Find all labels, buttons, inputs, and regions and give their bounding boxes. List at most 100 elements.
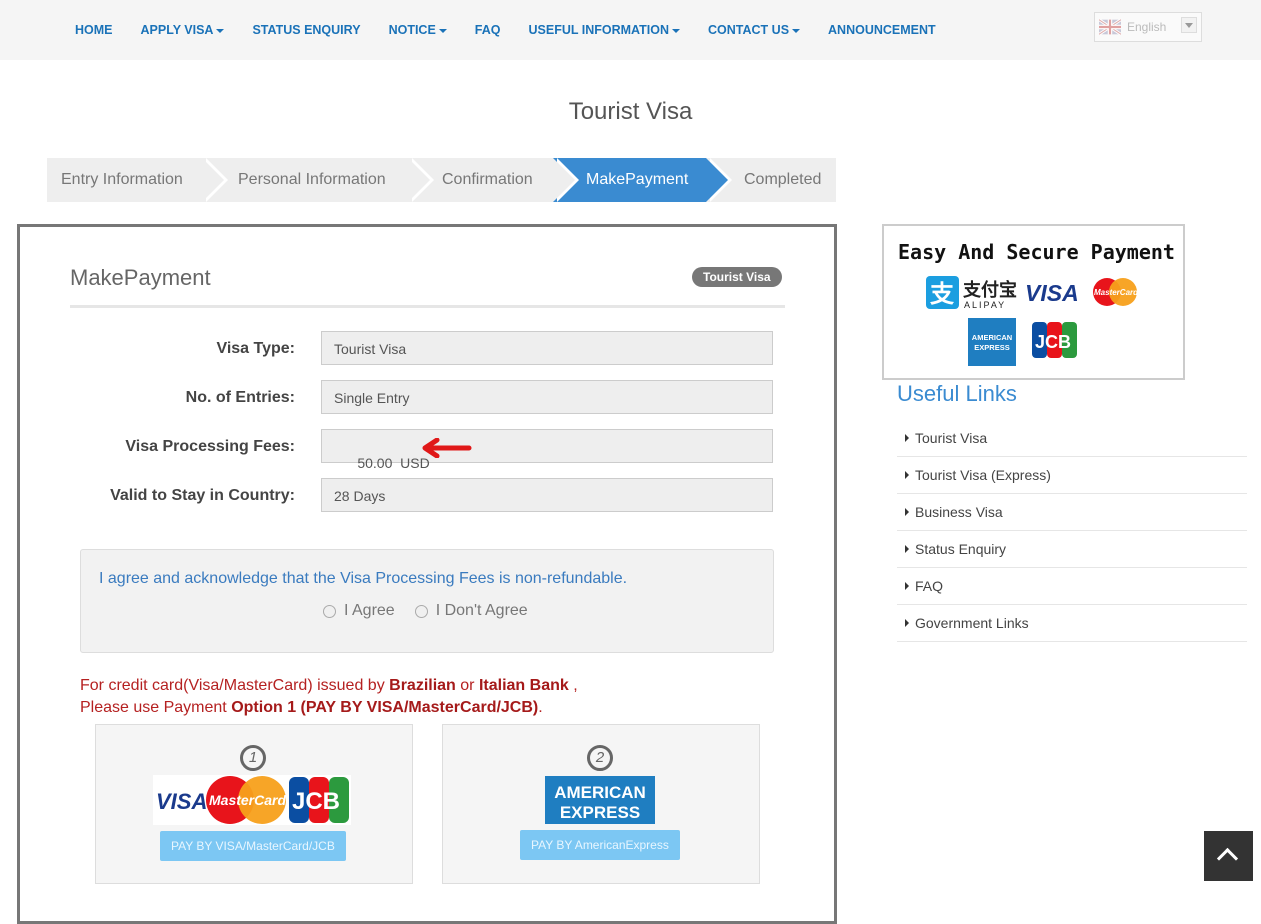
link-label[interactable]: Business Visa — [915, 504, 1003, 520]
link-label[interactable]: Government Links — [915, 615, 1029, 631]
caret-down-icon — [438, 28, 447, 33]
step-label: Personal Information — [238, 171, 386, 188]
notice-emphasis: Italian Bank — [478, 677, 569, 694]
useful-link-tourist-visa-express[interactable]: Tourist Visa (Express) — [897, 457, 1247, 494]
field-visa-type: Visa Type: Tourist Visa — [20, 331, 840, 365]
processing-fees-field: 50.00 USD — [321, 429, 773, 471]
field-label: Visa Processing Fees: — [125, 438, 295, 455]
payment-option-2: 2 AMERICAN EXPRESS PAY BY AmericanExpres… — [442, 724, 760, 884]
language-select[interactable]: English — [1094, 12, 1202, 42]
caret-right-icon — [905, 582, 909, 590]
payment-panel: MakePayment Tourist Visa Visa Type: Tour… — [17, 224, 837, 924]
agreement-box: I agree and acknowledge that the Visa Pr… — [80, 549, 774, 653]
notice-text: . — [538, 699, 543, 716]
link-label[interactable]: Tourist Visa (Express) — [915, 467, 1051, 483]
secure-payment-title: Easy And Secure Payment — [898, 240, 1175, 264]
mastercard-logo-text: MasterCard — [209, 792, 286, 808]
pay-by-amex-button[interactable]: PAY BY AmericanExpress — [520, 830, 680, 860]
secure-payment-box: Easy And Secure Payment 支 支付宝 ALIPAY VIS… — [882, 224, 1185, 380]
wizard-step-entry-information: Entry Information — [47, 158, 228, 202]
nav-label: APPLY VISA — [140, 23, 214, 37]
visa-logo: VISA — [1025, 280, 1079, 304]
useful-link-status-enquiry[interactable]: Status Enquiry — [897, 531, 1247, 568]
jcb-logo-text: JCB — [1035, 332, 1071, 352]
field-label: Visa Type: — [216, 340, 295, 357]
link-label[interactable]: FAQ — [915, 578, 943, 594]
visa-mastercard-jcb-logo: VISA MasterCard JCB — [153, 775, 351, 825]
notice-emphasis: Option 1 (PAY BY VISA/MasterCard/JCB) — [231, 699, 539, 716]
visa-logo-text: VISA — [156, 789, 207, 814]
progress-wizard: Entry Information Personal Information C… — [47, 158, 836, 202]
alipay-en-text: ALIPAY — [964, 300, 1006, 310]
field-label: No. of Entries: — [185, 389, 295, 406]
useful-link-tourist-visa[interactable]: Tourist Visa — [897, 420, 1247, 457]
nav-apply-visa[interactable]: APPLY VISA — [141, 23, 225, 37]
nav-home[interactable]: HOME — [75, 23, 113, 37]
option-number-2: 2 — [587, 745, 613, 771]
useful-links-list: Tourist Visa Tourist Visa (Express) Busi… — [897, 420, 1247, 642]
language-label: English — [1127, 20, 1167, 34]
page-title: Tourist Visa — [568, 98, 693, 125]
amex-logo-text-1: AMERICAN — [554, 783, 646, 802]
nav-menu: HOME APPLY VISA STATUS ENQUIRY NOTICE FA… — [61, 0, 950, 60]
nav-useful-information[interactable]: USEFUL INFORMATION — [529, 23, 681, 37]
agree-label[interactable]: I Agree — [344, 602, 395, 620]
nav-label: NOTICE — [388, 23, 436, 37]
link-label[interactable]: Tourist Visa — [915, 430, 987, 446]
useful-link-business-visa[interactable]: Business Visa — [897, 494, 1247, 531]
panel-title: MakePayment — [70, 265, 211, 290]
useful-links-title: Useful Links — [897, 381, 1017, 406]
disagree-radio[interactable] — [414, 604, 428, 618]
agreement-radios: I Agree I Don't Agree — [323, 602, 528, 620]
dropdown-arrow-icon[interactable] — [1181, 17, 1197, 33]
step-label: Confirmation — [442, 171, 533, 188]
option-number-1: 1 — [240, 745, 266, 771]
nav-announcement[interactable]: ANNOUNCEMENT — [828, 23, 936, 37]
agree-radio[interactable] — [323, 604, 336, 618]
red-arrow-icon — [422, 438, 472, 458]
useful-link-government-links[interactable]: Government Links — [897, 605, 1247, 642]
visa-type-field: Tourist Visa — [321, 331, 773, 365]
field-processing-fees: Visa Processing Fees: 50.00 USD — [20, 429, 840, 471]
disagree-label[interactable]: I Don't Agree — [436, 602, 528, 620]
visa-logo-text: VISA — [1025, 280, 1079, 304]
notice-text: , — [568, 677, 578, 694]
nav-status-enquiry[interactable]: STATUS ENQUIRY — [252, 23, 360, 37]
field-label: Valid to Stay in Country: — [110, 487, 295, 504]
caret-down-icon — [216, 28, 225, 33]
payment-option-1: 1 VISA MasterCard JCB PAY BY VISA/Master… — [95, 724, 413, 884]
alipay-cn-text: 支付宝 — [962, 279, 1017, 301]
credit-card-notice: For credit card(Visa/MasterCard) issued … — [80, 675, 578, 719]
nav-faq[interactable]: FAQ — [475, 23, 501, 37]
visa-type-badge: Tourist Visa — [692, 267, 782, 287]
nav-label: HOME — [75, 23, 113, 37]
step-label: Entry Information — [61, 171, 183, 188]
amex-logo: AMERICAN EXPRESS — [545, 776, 655, 824]
amex-logo-text-2: EXPRESS — [560, 803, 640, 822]
mastercard-logo: MasterCard — [1093, 278, 1139, 306]
notice-text: For credit card(Visa/MasterCard) issued … — [80, 677, 390, 694]
caret-right-icon — [905, 434, 909, 442]
nav-label: ANNOUNCEMENT — [828, 23, 936, 37]
field-no-of-entries: No. of Entries: Single Entry — [20, 380, 840, 414]
amex-logo: AMERICAN EXPRESS — [968, 318, 1016, 366]
field-valid-to-stay: Valid to Stay in Country: 28 Days — [20, 478, 840, 512]
caret-right-icon — [905, 545, 909, 553]
caret-down-icon — [792, 28, 801, 33]
pay-by-visa-button[interactable]: PAY BY VISA/MasterCard/JCB — [160, 831, 346, 861]
link-label[interactable]: Status Enquiry — [915, 541, 1006, 557]
caret-right-icon — [905, 619, 909, 627]
divider — [70, 305, 785, 308]
amex-logo-text-2: EXPRESS — [974, 343, 1009, 352]
step-label: Completed — [744, 171, 822, 188]
nav-label: CONTACT US — [708, 23, 790, 37]
nav-notice[interactable]: NOTICE — [389, 23, 447, 37]
useful-link-faq[interactable]: FAQ — [897, 568, 1247, 605]
jcb-logo-text: JCB — [292, 788, 340, 815]
notice-text: or — [455, 677, 479, 694]
wizard-step-personal-information: Personal Information — [202, 158, 434, 202]
nav-contact-us[interactable]: CONTACT US — [708, 23, 801, 37]
step-label: MakePayment — [586, 171, 689, 188]
agreement-text: I agree and acknowledge that the Visa Pr… — [99, 570, 628, 587]
notice-line-2: Please use Payment Option 1 (PAY BY VISA… — [80, 697, 578, 719]
